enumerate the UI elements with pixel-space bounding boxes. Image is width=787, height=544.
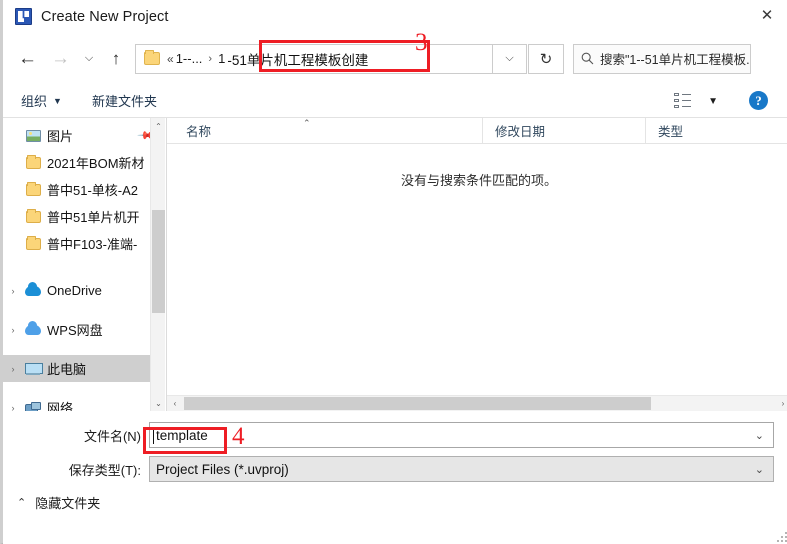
- forward-button[interactable]: →: [44, 44, 77, 74]
- chevron-right-icon[interactable]: ›: [3, 403, 23, 412]
- sidebar-item-label: 图片: [47, 129, 74, 144]
- scrollbar-thumb[interactable]: [152, 210, 165, 313]
- folder-icon: [23, 181, 43, 196]
- search-input[interactable]: 搜索"1--51单片机工程模板...: [573, 43, 751, 74]
- navigation-tree: 图片 📌 2021年BOM新材 普中51-单核-A2 普中51单片机开 普中F1…: [3, 118, 166, 411]
- sidebar-item-label: WPS网盘: [47, 323, 103, 338]
- pictures-icon: [23, 129, 43, 142]
- column-header-date-modified[interactable]: 修改日期: [482, 117, 645, 144]
- breadcrumb-overflow-icon[interactable]: «: [167, 52, 176, 66]
- filename-row: 文件名(N) template ⌄ 4: [3, 422, 787, 454]
- scroll-down-icon[interactable]: ⌄: [151, 395, 165, 411]
- scroll-left-icon[interactable]: ‹: [167, 396, 183, 411]
- filetype-select[interactable]: Project Files (*.uvproj) ⌄: [149, 456, 774, 482]
- sidebar-item-puzhong51-dev[interactable]: 普中51单片机开: [3, 203, 165, 230]
- sidebar-item-label: OneDrive: [47, 283, 102, 298]
- sidebar-item-label: 普中51单片机开: [47, 210, 140, 225]
- address-dropdown-icon[interactable]: ⌵: [493, 43, 527, 74]
- sidebar-item-label: 此电脑: [47, 362, 87, 377]
- breadcrumb-item-2[interactable]: 1: [218, 51, 225, 66]
- keil-uvision-icon: [15, 8, 32, 25]
- folder-icon: [23, 208, 43, 223]
- file-list-pane: 名称 ⌃ 修改日期 类型 没有与搜索条件匹配的项。 ‹ ›: [166, 117, 787, 411]
- scrollbar-thumb[interactable]: [184, 397, 651, 410]
- sidebar-item-network[interactable]: › 网络: [3, 394, 165, 411]
- breadcrumb-item-1[interactable]: 1--...: [176, 51, 203, 66]
- scroll-right-icon[interactable]: ›: [775, 396, 787, 411]
- folder-icon: [144, 50, 160, 65]
- text-cursor: [153, 427, 154, 444]
- filename-label: 文件名(N): [83, 428, 141, 444]
- scroll-up-icon[interactable]: ⌃: [151, 118, 165, 134]
- search-icon: [574, 52, 600, 65]
- file-list-horizontal-scrollbar[interactable]: ‹ ›: [167, 395, 787, 411]
- chevron-right-icon[interactable]: ›: [3, 325, 23, 335]
- sidebar-item-wps-cloud[interactable]: › WPS网盘: [3, 316, 165, 343]
- filetype-row: 保存类型(T): Project Files (*.uvproj) ⌄: [3, 456, 787, 482]
- column-header-label: 名称: [186, 125, 212, 139]
- onedrive-cloud-icon: [23, 281, 43, 296]
- navigation-bar: ← → ⌵ ↑ « 1--... › 1 -51单片机工程模板创建 ⌵ ↻ 搜索…: [3, 33, 787, 84]
- view-mode-chevron-down-icon[interactable]: ▼: [708, 96, 718, 107]
- sidebar-item-label: 2021年BOM新材: [47, 156, 145, 171]
- chevron-up-icon: ⌃: [17, 497, 27, 509]
- search-text: 搜索"1--51单片机工程模板...: [600, 53, 751, 67]
- chevron-down-icon[interactable]: ⌄: [755, 463, 764, 476]
- close-icon[interactable]: ✕: [744, 0, 787, 31]
- sidebar-item-puzhong51-a2[interactable]: 普中51-单核-A2: [3, 176, 165, 203]
- column-header-label: 类型: [658, 125, 684, 139]
- window-title: Create New Project: [41, 8, 169, 25]
- column-header-label: 修改日期: [495, 125, 546, 139]
- sidebar-scrollbar[interactable]: ⌃ ⌄: [150, 118, 165, 411]
- resize-grip[interactable]: [775, 530, 787, 542]
- folder-icon: [23, 154, 43, 169]
- address-bar[interactable]: « 1--... › 1 -51单片机工程模板创建: [135, 39, 493, 74]
- up-button[interactable]: ↑: [101, 44, 131, 74]
- command-bar: 组织 ▼ 新建文件夹 ▼ ?: [3, 84, 787, 118]
- breadcrumb-item-current[interactable]: -51单片机工程模板创建: [225, 48, 371, 69]
- sidebar-item-puzhong-f103[interactable]: 普中F103-准端-: [3, 230, 165, 257]
- organize-button[interactable]: 组织 ▼: [21, 91, 62, 110]
- back-button[interactable]: ←: [11, 44, 44, 74]
- column-headers: 名称 ⌃ 修改日期 类型: [167, 117, 787, 144]
- wps-cloud-icon: [23, 320, 43, 335]
- hide-folders-label: 隐藏文件夹: [35, 496, 101, 511]
- sidebar-item-onedrive[interactable]: › OneDrive: [3, 277, 165, 304]
- annotation-number-3: 3: [415, 29, 428, 56]
- annotation-number-4: 4: [232, 423, 245, 450]
- sidebar-item-label: 普中F103-准端-: [47, 237, 138, 252]
- sort-ascending-icon: ⌃: [303, 117, 311, 128]
- filetype-value: Project Files (*.uvproj): [156, 461, 289, 477]
- breadcrumb-separator-icon: ›: [208, 52, 213, 65]
- refresh-icon[interactable]: ↻: [528, 43, 564, 74]
- chevron-down-icon: ▼: [53, 95, 62, 106]
- sidebar-item-this-pc[interactable]: › 此电脑: [3, 355, 165, 382]
- sidebar-item-label: 网络: [47, 401, 74, 411]
- sidebar-item-label: 普中51-单核-A2: [47, 183, 139, 198]
- folder-icon: [23, 235, 43, 250]
- chevron-down-icon[interactable]: ⌄: [755, 429, 764, 442]
- chevron-right-icon[interactable]: ›: [3, 364, 23, 374]
- title-bar: Create New Project ✕: [3, 0, 787, 33]
- hide-folders-button[interactable]: ⌃ 隐藏文件夹: [17, 493, 100, 512]
- filename-value: template: [156, 427, 208, 443]
- create-new-project-dialog: Create New Project ✕ ← → ⌵ ↑ « 1--... › …: [0, 0, 787, 544]
- filetype-label: 保存类型(T):: [68, 462, 141, 478]
- this-pc-icon: [23, 362, 43, 375]
- column-header-name[interactable]: 名称 ⌃: [167, 118, 482, 144]
- network-icon: [23, 401, 43, 411]
- organize-label: 组织: [21, 94, 48, 109]
- dialog-body: 图片 📌 2021年BOM新材 普中51-单核-A2 普中51单片机开 普中F1…: [3, 117, 787, 411]
- new-folder-button[interactable]: 新建文件夹: [92, 91, 157, 110]
- view-mode-icon[interactable]: [674, 93, 692, 108]
- dialog-footer: 文件名(N) template ⌄ 4 保存类型(T): Project Fil…: [3, 411, 787, 544]
- empty-list-message: 没有与搜索条件匹配的项。: [400, 173, 557, 188]
- chevron-right-icon[interactable]: ›: [3, 286, 23, 296]
- sidebar-item-bom2021[interactable]: 2021年BOM新材: [3, 149, 165, 176]
- column-header-type[interactable]: 类型: [645, 117, 785, 144]
- sidebar-item-pictures[interactable]: 图片 📌: [3, 122, 165, 149]
- recent-locations-button[interactable]: ⌵: [77, 44, 101, 74]
- help-icon[interactable]: ?: [749, 91, 768, 110]
